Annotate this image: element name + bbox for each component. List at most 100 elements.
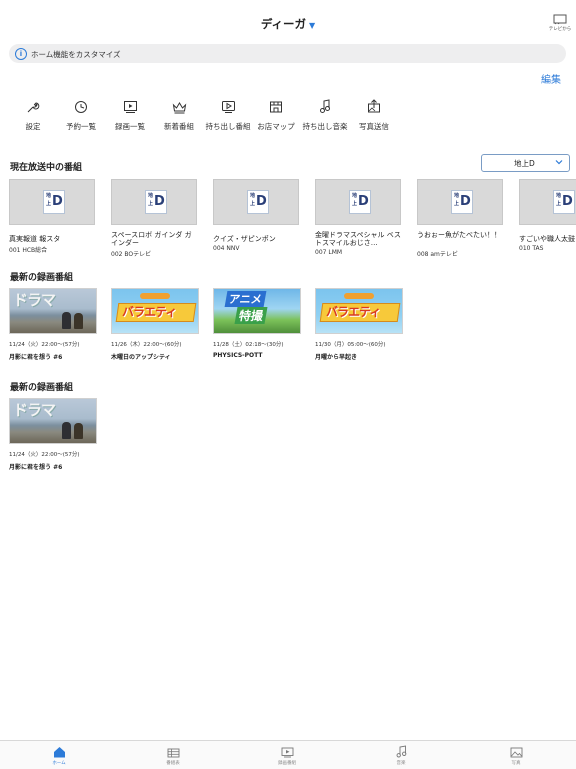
section-title-latest-recordings: 最新の録画番組	[10, 273, 74, 283]
section-title-latest-recordings: 最新の録画番組	[10, 383, 74, 393]
device-dropdown-icon[interactable]: ▼	[309, 21, 315, 30]
recording-title: 月影に君を想う #6	[9, 354, 63, 361]
quick-reservations[interactable]: 予約一覧	[60, 96, 102, 132]
channel-thumbnail: 地上D	[315, 179, 401, 225]
recording-card[interactable]: ドラマ 11/24（火）22:00〜(57分) 月影に君を想う #6	[9, 398, 97, 471]
channel-logo: 地上D	[145, 190, 167, 214]
page-title[interactable]: ディーガ ▼	[0, 16, 576, 32]
clock-icon	[75, 101, 87, 113]
channel-number: 002 BOテレビ	[111, 251, 152, 258]
recordings-icon	[123, 101, 137, 113]
channel-thumbnail: 地上D	[111, 179, 197, 225]
quick-label: 持ち出し音楽	[302, 122, 348, 131]
channel-thumbnail: 地上D	[9, 179, 95, 225]
tab-label: ホーム	[52, 761, 66, 766]
program-name: クイズ・ザピンポン	[213, 235, 276, 243]
program-guide-icon	[167, 748, 179, 758]
tab-photo[interactable]: 写真	[491, 745, 541, 766]
recording-time: 11/26（木）22:00〜(60分)	[111, 342, 182, 348]
chevron-down-icon	[555, 160, 563, 165]
recording-title: PHYSICS-POTT	[213, 352, 263, 359]
photo-send-icon	[368, 99, 380, 113]
channel-thumbnail: 地上D	[417, 179, 503, 225]
recording-title: 月影に君を想う #6	[9, 464, 63, 471]
quick-label: 持ち出し番組	[205, 122, 251, 131]
dropdown-value: 地上D	[514, 159, 535, 168]
channel-card[interactable]: 地上D クイズ・ザピンポン 004 NNV	[213, 179, 299, 252]
tab-program-guide[interactable]: 番組表	[148, 745, 198, 766]
quick-takeout-programs[interactable]: 持ち出し番組	[205, 96, 251, 132]
program-name: うおぉー魚がたべたい！！	[417, 231, 501, 239]
music-note-icon	[320, 99, 330, 113]
customize-home-label: ホーム機能をカスタマイズ	[31, 50, 121, 59]
recording-thumbnail: バラエティ	[111, 288, 199, 334]
channel-logo: 地上D	[451, 190, 473, 214]
shop-icon	[270, 101, 282, 113]
quick-settings[interactable]: 設定	[12, 96, 54, 132]
recording-title: 木曜日のアップシティ	[111, 354, 171, 361]
recorded-programs-icon	[281, 747, 293, 758]
tab-home[interactable]: ホーム	[34, 745, 84, 766]
tv-cast-icon	[553, 14, 567, 25]
wrench-icon	[27, 102, 40, 113]
quick-label: 設定	[25, 122, 41, 131]
tab-recorded-programs[interactable]: 録画番組	[262, 745, 312, 766]
channel-number: 008 amテレビ	[417, 251, 458, 258]
program-name: 真実報道 報スタ	[9, 235, 61, 243]
quick-label: 録画一覧	[115, 122, 145, 131]
channel-card[interactable]: 地上D スペースロボ ガインダ ガインダー 002 BOテレビ	[111, 179, 197, 258]
channel-number: 001 HCB総合	[9, 247, 48, 254]
channel-type-dropdown[interactable]: 地上D	[481, 154, 570, 172]
program-name: スペースロボ ガインダ ガインダー	[111, 231, 192, 247]
music-icon	[396, 745, 406, 758]
quick-shop-map[interactable]: お店マップ	[255, 96, 297, 132]
photo-icon	[510, 747, 522, 758]
tv-cast-button[interactable]: テレビから	[548, 14, 572, 34]
channel-card[interactable]: 地上D 真実報道 報スタ 001 HCB総合	[9, 179, 95, 254]
recording-card[interactable]: ドラマ 11/24（火）22:00〜(57分) 月影に君を想う #6	[9, 288, 97, 361]
tab-label: 音楽	[396, 761, 406, 766]
recording-time: 11/24（火）22:00〜(57分)	[9, 342, 80, 348]
recording-card[interactable]: アニメ 特撮 11/28（土）02:18〜(30分) PHYSICS-POTT	[213, 288, 301, 359]
quick-recordings[interactable]: 録画一覧	[109, 96, 151, 132]
channel-logo: 地上D	[553, 190, 575, 214]
info-icon: i	[15, 48, 27, 60]
quick-label: 予約一覧	[66, 122, 96, 131]
channel-card[interactable]: 地上D すごいや職人太鼓 010 TAS	[519, 179, 576, 252]
recording-thumbnail: ドラマ	[9, 398, 97, 444]
channel-number: 004 NNV	[213, 245, 240, 252]
channel-logo: 地上D	[43, 190, 65, 214]
recording-title: 月曜から早起き	[315, 354, 358, 361]
recording-time: 11/28（土）02:18〜(30分)	[213, 342, 284, 348]
recording-card[interactable]: バラエティ 11/26（木）22:00〜(60分) 木曜日のアップシティ	[111, 288, 199, 361]
edit-button[interactable]: 編集	[541, 71, 561, 86]
channel-thumbnail: 地上D	[213, 179, 299, 225]
quick-label: お店マップ	[257, 122, 295, 131]
quick-new-programs[interactable]: 新着番組	[158, 96, 200, 132]
channel-thumbnail: 地上D	[519, 179, 576, 225]
recording-thumbnail: ドラマ	[9, 288, 97, 334]
quick-takeout-music[interactable]: 持ち出し音楽	[302, 96, 348, 132]
home-icon	[53, 747, 65, 758]
recording-card[interactable]: バラエティ 11/30（月）05:00〜(60分) 月曜から早起き	[315, 288, 403, 361]
channel-logo: 地上D	[247, 190, 269, 214]
channel-card[interactable]: 地上D うおぉー魚がたべたい！！ 008 amテレビ	[417, 179, 503, 258]
quick-label: 写真送信	[359, 122, 389, 131]
quick-photo-send[interactable]: 写真送信	[353, 96, 395, 132]
channel-card[interactable]: 地上D 金曜ドラマスペシャル ベストスマイルおじさ… 007 LMM	[315, 179, 401, 256]
tab-label: 録画番組	[278, 761, 296, 766]
quick-label: 新着番組	[164, 122, 194, 131]
tab-label: 番組表	[166, 761, 180, 766]
tab-bar: ホーム 番組表 録画番組 音楽 写真	[0, 740, 576, 769]
tv-cast-label: テレビから	[548, 27, 572, 32]
recording-thumbnail: アニメ 特撮	[213, 288, 301, 334]
tab-label: 写真	[511, 761, 521, 766]
recording-time: 11/24（火）22:00〜(57分)	[9, 452, 80, 458]
takeout-play-icon	[221, 101, 235, 113]
channel-number: 010 TAS	[519, 245, 544, 252]
tab-music[interactable]: 音楽	[376, 745, 426, 766]
program-name: すごいや職人太鼓	[519, 235, 575, 243]
program-name: 金曜ドラマスペシャル ベストスマイルおじさ…	[315, 231, 401, 247]
customize-home-bar[interactable]: i ホーム機能をカスタマイズ	[9, 44, 566, 63]
crown-icon	[172, 102, 186, 114]
